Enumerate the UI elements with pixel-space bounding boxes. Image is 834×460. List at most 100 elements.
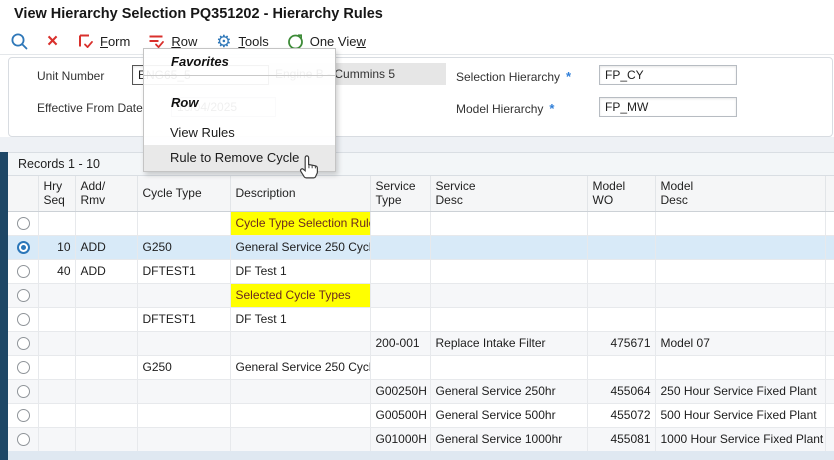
selection-hierarchy-input[interactable] <box>599 65 737 85</box>
row-radio[interactable] <box>17 361 30 374</box>
grid-cell-model-wo[interactable] <box>587 307 655 331</box>
grid-cell-add-rmv[interactable]: ADD <box>75 259 137 283</box>
column-header-hry-seq[interactable]: HrySeq <box>38 176 75 211</box>
grid-cell-hry-seq[interactable] <box>38 427 75 451</box>
model-hierarchy-input[interactable] <box>599 97 737 117</box>
grid-cell-description[interactable] <box>230 403 370 427</box>
grid-cell-cycle-type[interactable]: G250 <box>137 355 230 379</box>
grid-cell-model-desc[interactable] <box>655 211 825 235</box>
grid-cell-hry-seq[interactable] <box>38 355 75 379</box>
row-radio[interactable] <box>17 289 30 302</box>
column-header-add-rmv[interactable]: Add/Rmv <box>75 176 137 211</box>
grid-cell-cycle-type[interactable] <box>137 211 230 235</box>
grid-cell-cycle-type[interactable] <box>137 427 230 451</box>
grid-cell-model-wo[interactable] <box>587 235 655 259</box>
grid-cell-add-rmv[interactable] <box>75 355 137 379</box>
menu-item-view-rules[interactable]: View Rules <box>144 121 335 145</box>
grid-cell-service-desc[interactable] <box>430 283 587 307</box>
table-row[interactable]: 200-001 Replace Intake Filter 475671 Mod… <box>8 331 834 355</box>
row-radio[interactable] <box>17 433 30 446</box>
row-radio[interactable] <box>17 385 30 398</box>
grid-cell-service-desc[interactable] <box>430 211 587 235</box>
grid-cell-cycle-type[interactable] <box>137 331 230 355</box>
grid-cell-service-type[interactable] <box>370 355 430 379</box>
grid-cell-hry-seq[interactable]: 10 <box>38 235 75 259</box>
grid-cell-add-rmv[interactable] <box>75 307 137 331</box>
row-radio[interactable] <box>17 217 30 230</box>
grid-cell-add-rmv[interactable] <box>75 379 137 403</box>
grid-cell-description[interactable]: General Service 250 Cycle <box>230 355 370 379</box>
grid-cell-hry-seq[interactable]: 40 <box>38 259 75 283</box>
grid-cell-service-type[interactable] <box>370 283 430 307</box>
grid-cell-cycle-type[interactable] <box>137 283 230 307</box>
grid-cell-description[interactable]: Cycle Type Selection Rules <box>230 211 370 235</box>
grid-cell-service-desc[interactable] <box>430 235 587 259</box>
grid-cell-add-rmv[interactable] <box>75 427 137 451</box>
table-row[interactable]: G250 General Service 250 Cycle <box>8 355 834 379</box>
grid-cell-description[interactable] <box>230 331 370 355</box>
menu-section-favorites[interactable]: Favorites <box>171 54 229 69</box>
grid-cell-model-desc[interactable] <box>655 259 825 283</box>
grid-cell-service-desc[interactable] <box>430 307 587 331</box>
search-button[interactable] <box>10 32 29 51</box>
column-header-model-desc[interactable]: ModelDesc <box>655 176 825 211</box>
row-radio[interactable] <box>17 337 30 350</box>
grid-cell-service-desc[interactable] <box>430 355 587 379</box>
row-radio[interactable] <box>17 265 30 278</box>
grid-cell-model-desc[interactable]: 1000 Hour Service Fixed Plant <box>655 427 825 451</box>
grid-cell-cycle-type[interactable]: DFTEST1 <box>137 307 230 331</box>
row-radio[interactable] <box>17 409 30 422</box>
table-row[interactable]: 40 ADD DFTEST1 DF Test 1 <box>8 259 834 283</box>
column-header-description[interactable]: Description <box>230 176 370 211</box>
grid-cell-add-rmv[interactable]: ADD <box>75 235 137 259</box>
column-header-service-type[interactable]: ServiceType <box>370 176 430 211</box>
grid-cell-model-wo[interactable] <box>587 211 655 235</box>
grid-cell-cycle-type[interactable]: DFTEST1 <box>137 259 230 283</box>
grid-cell-model-wo[interactable] <box>587 259 655 283</box>
grid-cell-model-wo[interactable]: 455064 <box>587 379 655 403</box>
row-radio[interactable] <box>17 241 30 254</box>
grid-cell-model-desc[interactable] <box>655 283 825 307</box>
grid-cell-hry-seq[interactable] <box>38 211 75 235</box>
grid-cell-hry-seq[interactable] <box>38 283 75 307</box>
grid-cell-service-desc[interactable]: Replace Intake Filter <box>430 331 587 355</box>
grid-cell-hry-seq[interactable] <box>38 331 75 355</box>
grid-cell-service-type[interactable] <box>370 259 430 283</box>
grid-cell-add-rmv[interactable] <box>75 331 137 355</box>
table-row[interactable]: DFTEST1 DF Test 1 <box>8 307 834 331</box>
menu-section-row[interactable]: Row <box>171 95 198 110</box>
grid-cell-description[interactable] <box>230 379 370 403</box>
horizontal-scrollbar[interactable] <box>8 451 834 460</box>
column-header-model-wo[interactable]: ModelWO <box>587 176 655 211</box>
grid-cell-description[interactable]: General Service 250 Cycle <box>230 235 370 259</box>
grid-cell-service-type[interactable]: G01000H <box>370 427 430 451</box>
grid-cell-service-type[interactable]: 200-001 <box>370 331 430 355</box>
grid-cell-model-desc[interactable] <box>655 235 825 259</box>
grid-cell-service-type[interactable] <box>370 307 430 331</box>
grid-cell-model-wo[interactable]: 455081 <box>587 427 655 451</box>
grid-cell-hry-seq[interactable] <box>38 307 75 331</box>
grid-cell-model-desc[interactable]: Model 07 <box>655 331 825 355</box>
grid-cell-model-wo[interactable] <box>587 283 655 307</box>
table-row[interactable]: Cycle Type Selection Rules <box>8 211 834 235</box>
grid-cell-description[interactable] <box>230 427 370 451</box>
grid-cell-cycle-type[interactable] <box>137 403 230 427</box>
grid-cell-model-desc[interactable] <box>655 307 825 331</box>
grid-cell-add-rmv[interactable] <box>75 283 137 307</box>
grid-cell-description[interactable]: DF Test 1 <box>230 307 370 331</box>
row-radio[interactable] <box>17 313 30 326</box>
grid-cell-model-desc[interactable] <box>655 355 825 379</box>
column-header-service-desc[interactable]: ServiceDesc <box>430 176 587 211</box>
grid-cell-service-type[interactable]: G00250H <box>370 379 430 403</box>
grid-cell-add-rmv[interactable] <box>75 403 137 427</box>
table-row[interactable]: G00250H General Service 250hr 455064 250… <box>8 379 834 403</box>
grid-cell-service-type[interactable] <box>370 235 430 259</box>
grid-cell-service-type[interactable] <box>370 211 430 235</box>
cancel-button[interactable]: × <box>43 32 62 51</box>
grid-cell-add-rmv[interactable] <box>75 211 137 235</box>
grid-cell-description[interactable]: DF Test 1 <box>230 259 370 283</box>
grid-cell-cycle-type[interactable]: G250 <box>137 235 230 259</box>
grid-cell-service-type[interactable]: G00500H <box>370 403 430 427</box>
grid-cell-service-desc[interactable]: General Service 250hr <box>430 379 587 403</box>
grid-cell-model-wo[interactable]: 455072 <box>587 403 655 427</box>
